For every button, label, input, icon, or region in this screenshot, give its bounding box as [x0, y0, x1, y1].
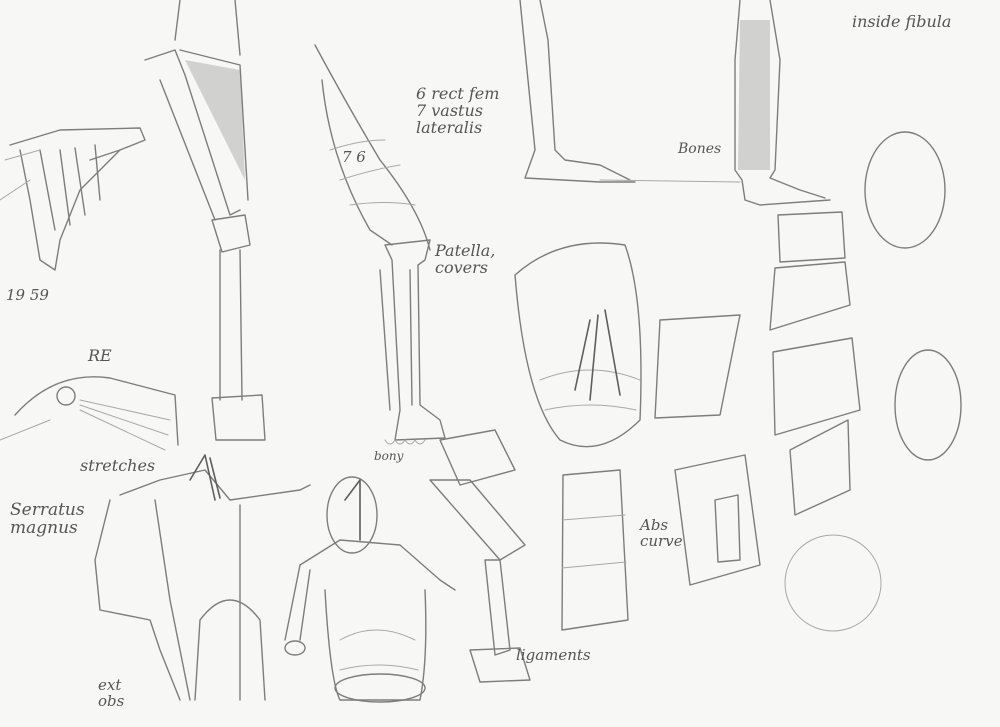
shoulder-re-sketch	[0, 376, 179, 451]
lower-leg-sketches	[519, 0, 831, 206]
note-serratus: Serratus magnus	[10, 500, 85, 538]
note-re: RE	[88, 346, 112, 365]
box-studies	[769, 131, 962, 632]
note-inside-fibula: inside fibula	[852, 12, 952, 31]
shoulder-sketch	[0, 127, 146, 271]
note-patella: Patella, covers	[435, 241, 496, 277]
note-bones: Bones	[678, 141, 722, 157]
note-numbers: 7 6	[342, 148, 366, 166]
note-1959: 19 59	[6, 286, 49, 304]
torso-back-sketch	[94, 454, 311, 701]
note-ext-obs: ext obs	[98, 676, 125, 710]
sketchbook-page: inside fibula 6 rect fem 7 vastus latera…	[0, 0, 1000, 727]
note-bony: bony	[374, 449, 404, 463]
mannequin-figure	[284, 476, 456, 703]
note-stretches: stretches	[80, 456, 156, 475]
note-abs-curve: Abs curve	[640, 516, 683, 550]
note-ligaments: ligaments	[516, 646, 591, 664]
leg-bones-left	[144, 0, 266, 441]
bent-leg-sketch	[429, 429, 531, 683]
note-rect-fem: 6 rect fem 7 vastus lateralis	[416, 84, 500, 137]
construction-forms	[514, 242, 761, 631]
anatomy-sketches	[0, 0, 962, 703]
